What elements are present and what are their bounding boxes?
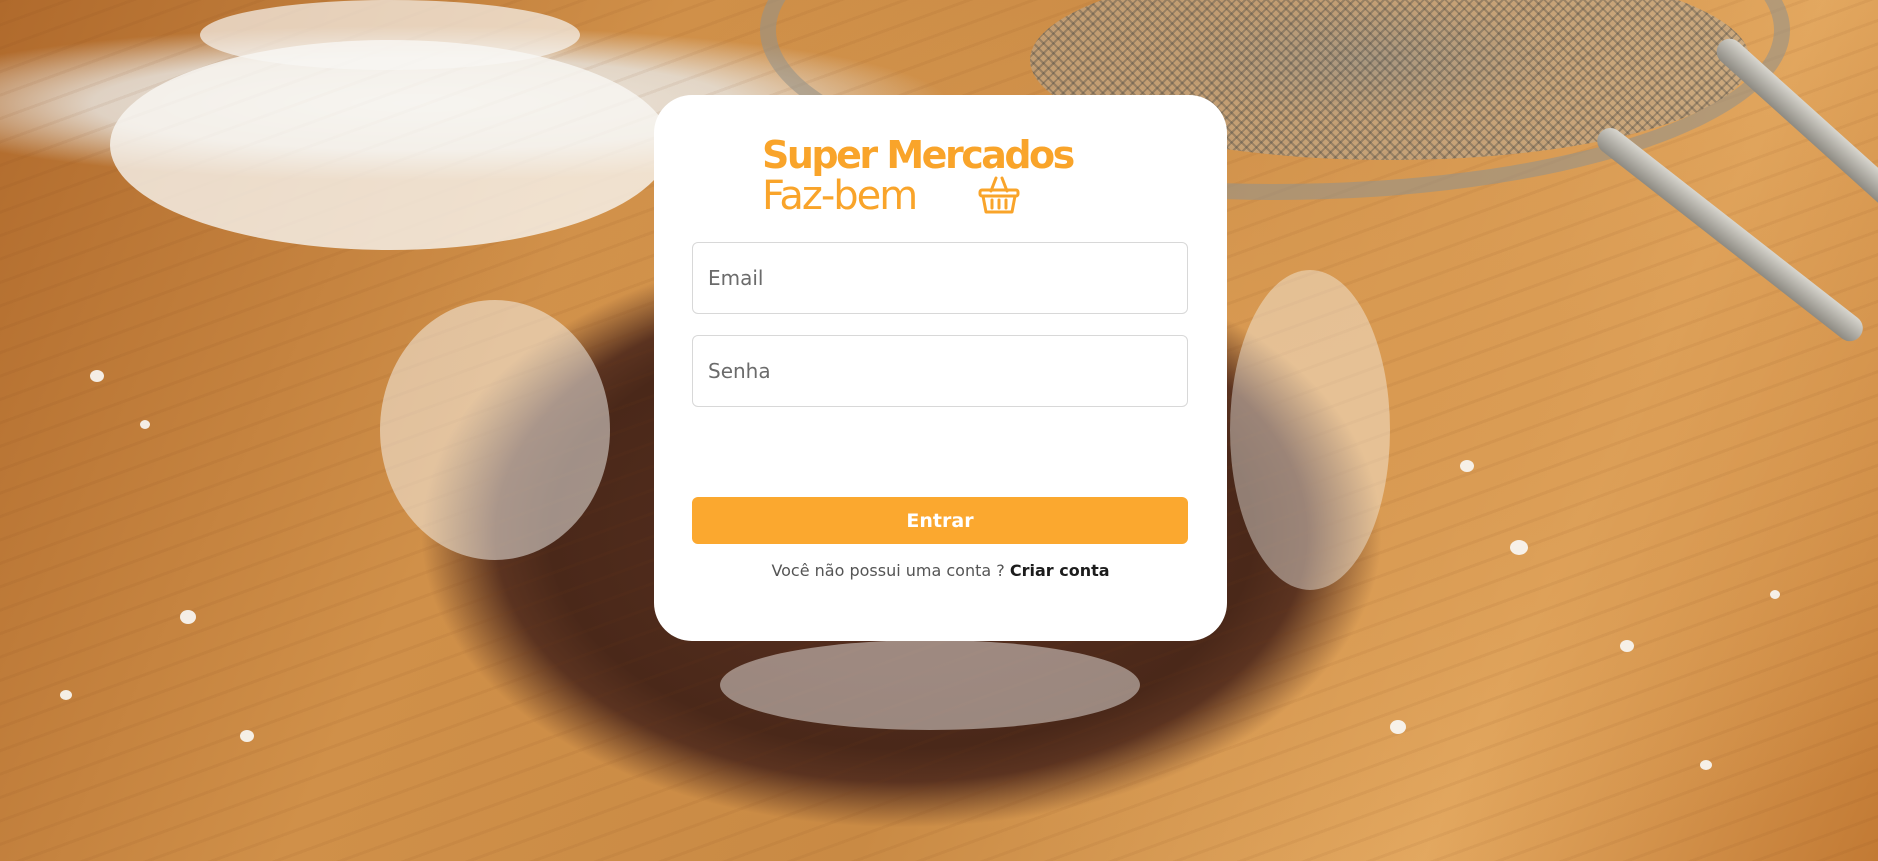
sugar-crumb [180,610,196,624]
sugar-crumb [1460,460,1474,472]
sugar-crumb [1700,760,1712,770]
login-card: Super Mercados Faz-bem Entrar Você não p… [654,95,1227,641]
sugar-pile [200,0,580,70]
sugar-crumb [240,730,254,742]
brand-logo: Super Mercados Faz-bem [762,133,1122,219]
email-field[interactable] [692,242,1188,314]
sugar-dust [1230,270,1390,590]
sugar-crumb [90,370,104,382]
sugar-crumb [60,690,72,700]
sugar-crumb [1620,640,1634,652]
login-button[interactable]: Entrar [692,497,1188,544]
create-account-link[interactable]: Criar conta [1010,561,1110,580]
sugar-crumb [1770,590,1780,599]
sugar-crumb [1510,540,1528,555]
signup-prompt-text: Você não possui uma conta ? [771,561,1005,580]
sugar-crumb [140,420,150,429]
basket-icon [978,176,1020,214]
login-page: Super Mercados Faz-bem Entrar Você não p… [0,0,1878,861]
sugar-crumb [1390,720,1406,734]
signup-prompt-row: Você não possui uma conta ? Criar conta [654,561,1227,580]
sugar-dust [380,300,610,560]
logo-line-2: Faz-bem [762,173,918,219]
sugar-dust [720,640,1140,730]
logo-line-1: Super Mercados [762,133,1075,177]
sugar-pile [110,40,670,250]
password-field[interactable] [692,335,1188,407]
